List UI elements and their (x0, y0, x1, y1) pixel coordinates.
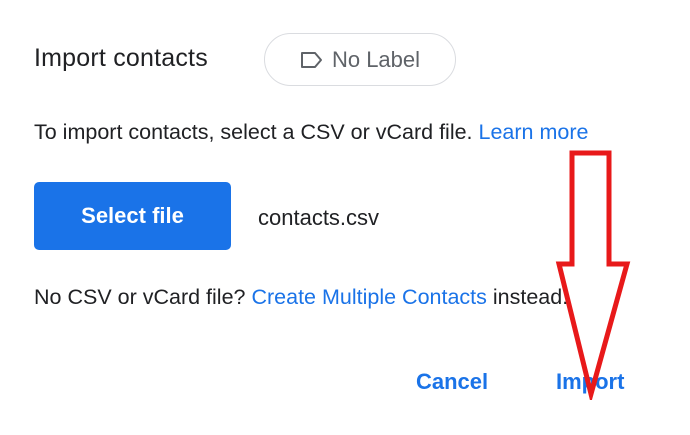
no-file-text: No CSV or vCard file? Create Multiple Co… (34, 283, 568, 311)
selected-file-name: contacts.csv (258, 205, 380, 230)
import-instructions: To import contacts, select a CSV or vCar… (34, 118, 588, 146)
select-file-button[interactable]: Select file (34, 182, 231, 250)
learn-more-link[interactable]: Learn more (479, 120, 589, 144)
import-button[interactable]: Import (556, 368, 624, 396)
create-multiple-contacts-link[interactable]: Create Multiple Contacts (251, 285, 486, 309)
import-contacts-dialog: Import contacts No Label To import conta… (0, 0, 690, 435)
red-arrow-annotation-icon (555, 150, 631, 400)
no-file-suffix: instead. (492, 285, 569, 309)
no-file-prefix: No CSV or vCard file? (34, 285, 246, 309)
cancel-button[interactable]: Cancel (416, 368, 488, 396)
label-chip-text: No Label (331, 46, 421, 72)
label-icon (300, 51, 324, 69)
label-chip[interactable]: No Label (264, 33, 456, 86)
instructions-text: To import contacts, select a CSV or vCar… (34, 120, 473, 144)
dialog-title: Import contacts (34, 44, 208, 72)
